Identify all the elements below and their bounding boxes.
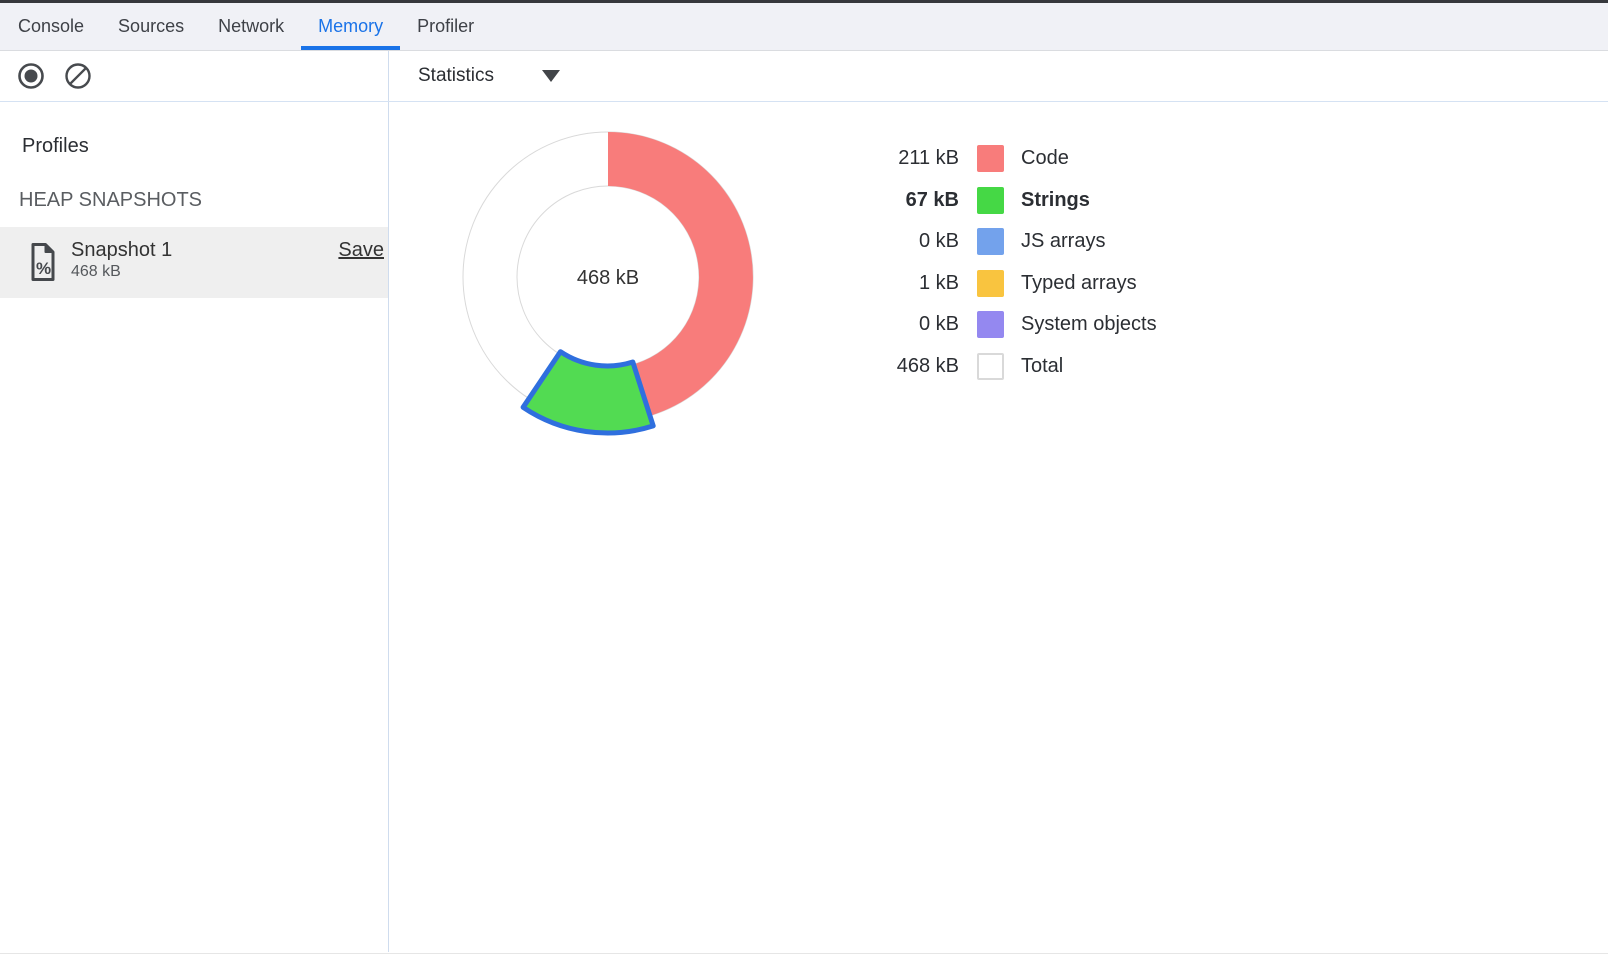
record-icon[interactable] (17, 62, 45, 90)
tab-profiler[interactable]: Profiler (400, 3, 491, 50)
memory-toolbar: Statistics (0, 51, 1608, 102)
legend-swatch-system-objects (977, 311, 1004, 338)
legend-row-js-arrays[interactable]: 0 kB JS arrays (844, 221, 1157, 263)
donut-total-label: 468 kB (577, 267, 639, 289)
legend-row-code[interactable]: 211 kB Code (844, 138, 1157, 180)
legend-label: Strings (1021, 189, 1090, 212)
heap-snapshots-section-title: HEAP SNAPSHOTS (19, 189, 388, 212)
snapshot-size: 468 kB (71, 263, 121, 281)
heap-snapshot-document-icon: % (29, 241, 57, 283)
legend-label: Typed arrays (1021, 272, 1137, 295)
tab-sources[interactable]: Sources (101, 3, 201, 50)
save-snapshot-link[interactable]: Save (338, 239, 384, 262)
tab-network[interactable]: Network (201, 3, 301, 50)
legend-row-total[interactable]: 468 kB Total (844, 346, 1157, 388)
chevron-down-icon (542, 70, 560, 82)
tab-console[interactable]: Console (1, 3, 101, 50)
legend-swatch-js-arrays (977, 228, 1004, 255)
legend-label: System objects (1021, 313, 1157, 336)
legend-swatch-code (977, 145, 1004, 172)
legend-row-system-objects[interactable]: 0 kB System objects (844, 304, 1157, 346)
perspective-select-value: Statistics (418, 65, 494, 87)
legend-value: 1 kB (844, 272, 959, 295)
legend-swatch-total (977, 353, 1004, 380)
snapshot-list-item[interactable]: % Snapshot 1 468 kB Save (0, 227, 388, 298)
view-toolbar: Statistics (389, 51, 1608, 101)
perspective-select[interactable]: Statistics (418, 65, 560, 87)
chart-legend: 211 kB Code 67 kB Strings 0 kB JS arrays… (844, 138, 1157, 387)
profiles-toolbar (0, 51, 389, 101)
svg-text:%: % (36, 259, 51, 278)
snapshot-name: Snapshot 1 (71, 239, 172, 262)
legend-swatch-typed-arrays (977, 270, 1004, 297)
legend-label: Code (1021, 147, 1069, 170)
legend-label: Total (1021, 355, 1063, 378)
profiles-title: Profiles (22, 135, 388, 158)
legend-value: 0 kB (844, 230, 959, 253)
memory-panel-content: Profiles HEAP SNAPSHOTS % Snapshot 1 468… (0, 102, 1608, 952)
legend-value: 468 kB (844, 355, 959, 378)
legend-label: JS arrays (1021, 230, 1105, 253)
tab-memory[interactable]: Memory (301, 3, 400, 50)
legend-value: 67 kB (844, 189, 959, 212)
statistics-view: 468 kB 211 kB Code 67 kB Strings 0 kB JS… (389, 102, 1608, 952)
legend-row-strings[interactable]: 67 kB Strings (844, 180, 1157, 222)
devtools-tab-bar: Console Sources Network Memory Profiler (0, 3, 1608, 51)
profiles-sidebar: Profiles HEAP SNAPSHOTS % Snapshot 1 468… (0, 102, 389, 952)
legend-row-typed-arrays[interactable]: 1 kB Typed arrays (844, 263, 1157, 305)
clear-icon[interactable] (64, 62, 92, 90)
legend-value: 0 kB (844, 313, 959, 336)
legend-value: 211 kB (844, 147, 959, 170)
legend-swatch-strings (977, 187, 1004, 214)
